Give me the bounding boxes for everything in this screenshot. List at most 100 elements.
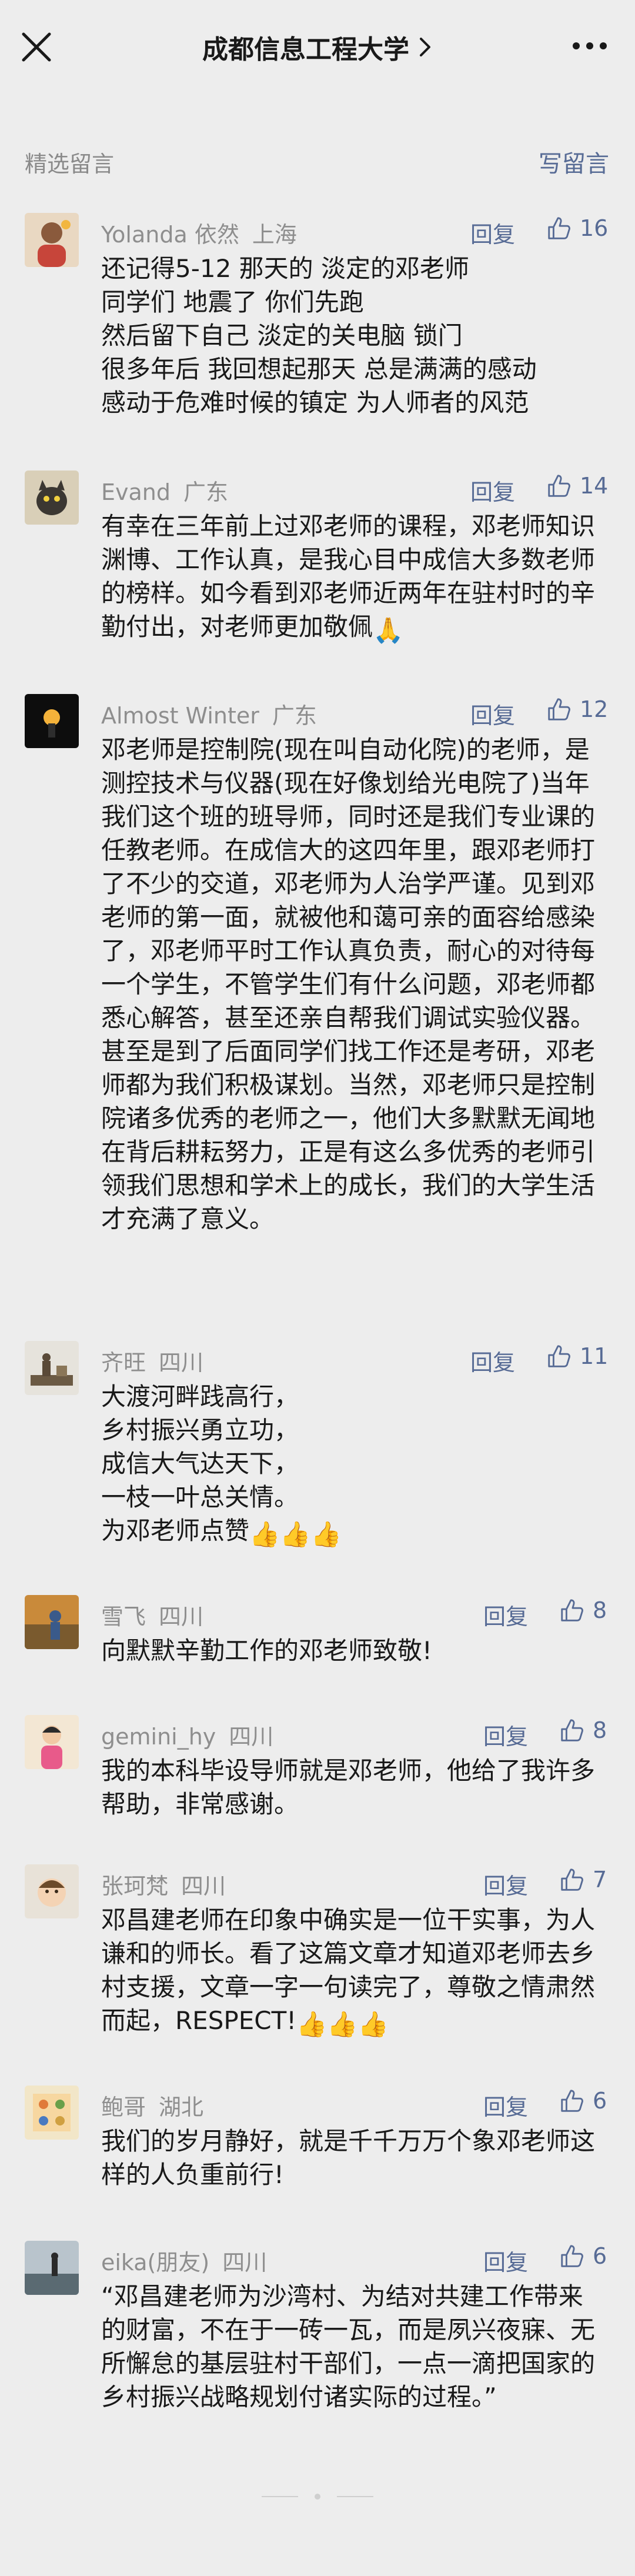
like-button[interactable]: 6	[559, 2086, 607, 2116]
thumbs-up-icon	[561, 2245, 583, 2267]
write-comment-button[interactable]: 写留言	[539, 145, 609, 179]
like-button[interactable]: 6	[559, 2241, 607, 2271]
commenter-location: 四川	[159, 1604, 204, 1630]
like-count: 8	[593, 1717, 607, 1743]
comment-meta: 鲍哥 湖北	[101, 2089, 203, 2121]
comment-meta: 齐旺 四川	[101, 1344, 203, 1377]
comment-text: 我们的岁月静好，就是千千万万个象邓老师这样的人负重前行!	[101, 2127, 596, 2189]
comment-meta: gemini_hy 四川	[101, 1719, 273, 1751]
comment-meta: 雪飞 四川	[101, 1599, 203, 1631]
commenter-name: Almost Winter	[101, 703, 259, 729]
like-button[interactable]: 12	[546, 694, 608, 725]
like-count: 6	[593, 2088, 607, 2114]
thumbs-up-emoji: 👍👍👍	[249, 1520, 342, 1549]
comment-text: “邓昌建老师为沙湾村、为结对共建工作带来的财富，不在于一砖一瓦，而是夙兴夜寐、无…	[101, 2282, 596, 2411]
avatar[interactable]	[25, 1595, 79, 1649]
commenter-location: 上海	[252, 222, 297, 248]
commenter-name: 鲍哥	[101, 2094, 146, 2120]
like-count: 11	[580, 1343, 609, 1369]
commenter-name: Yolanda 依然	[101, 222, 239, 248]
comment-text: 邓老师是控制院(现在叫自动化院)的老师，是测控技术与仪器(现在好像划给光电院了)…	[101, 735, 596, 1233]
like-button[interactable]: 11	[546, 1341, 608, 1372]
commenter-name: Evand	[101, 479, 171, 505]
comment-text: 还记得5-12 那天的 淡定的邓老师 同学们 地震了 你们先跑 然后留下自己 淡…	[101, 254, 537, 417]
like-button[interactable]: 14	[546, 471, 608, 501]
comment-text: 我的本科毕设导师就是邓老师，他给了我许多帮助，非常感谢。	[101, 1756, 596, 1818]
account-title-button[interactable]: 成都信息工程大学	[202, 28, 433, 66]
reply-button[interactable]: 回复	[483, 2244, 528, 2277]
thumbs-up-icon	[561, 1599, 583, 1621]
comment-meta: eika(朋友) 四川	[101, 2244, 267, 2277]
commenter-location: 四川	[181, 1873, 226, 1899]
thumbs-up-emoji: 👍👍👍	[296, 2010, 389, 2038]
commenter-location: 广东	[183, 479, 229, 505]
comment-meta: Almost Winter 广东	[101, 698, 317, 730]
reply-button[interactable]: 回复	[470, 1344, 515, 1377]
comment-meta: Yolanda 依然 上海	[101, 216, 297, 249]
avatar[interactable]	[25, 2241, 79, 2295]
reply-button[interactable]: 回复	[483, 1599, 528, 1631]
divider-dot	[315, 2494, 320, 2500]
comment-meta: 张珂梵 四川	[101, 1868, 226, 1900]
commenter-name: 齐旺	[101, 1350, 146, 1376]
avatar[interactable]	[25, 213, 79, 267]
like-count: 7	[593, 1867, 607, 1893]
avatar[interactable]	[25, 471, 79, 525]
commenter-location: 四川	[222, 2250, 268, 2275]
avatar[interactable]	[25, 1341, 79, 1395]
thumbs-up-icon	[561, 2090, 583, 2112]
thumbs-up-icon	[548, 1345, 570, 1367]
close-button[interactable]	[18, 28, 55, 66]
avatar[interactable]	[25, 1715, 79, 1769]
commenter-location: 四川	[159, 1350, 204, 1376]
commenter-location: 四川	[229, 1724, 274, 1750]
thumbs-up-icon	[548, 217, 570, 239]
section-title: 精选留言	[25, 151, 115, 177]
avatar[interactable]	[25, 2086, 79, 2140]
reply-button[interactable]: 回复	[483, 2089, 528, 2121]
praying-hands-emoji: 🙏	[373, 616, 404, 645]
commenter-location: 广东	[272, 703, 317, 729]
like-count: 12	[580, 696, 609, 722]
like-count: 8	[593, 1597, 607, 1623]
thumbs-up-icon	[561, 1719, 583, 1741]
comment-text: 有幸在三年前上过邓老师的课程，邓老师知识渊博、工作认真，是我心目中成信大多数老师…	[101, 509, 607, 647]
like-count: 14	[580, 473, 609, 499]
commenter-name: eika(朋友)	[101, 2250, 210, 2275]
commenter-name: 张珂梵	[101, 1873, 169, 1899]
thumbs-up-icon	[548, 475, 570, 497]
reply-button[interactable]: 回复	[470, 698, 515, 730]
more-button[interactable]	[569, 34, 610, 58]
comment-text: 邓昌建老师在印象中确实是一位干实事，为人谦和的师长。看了这篇文章才知道邓老师去乡…	[101, 1903, 607, 2041]
thumbs-up-icon	[548, 698, 570, 720]
comment-text: 大渡河畔践高行， 乡村振兴勇立功， 成信大气达天下， 一枝一叶总关情。 为邓老师…	[101, 1380, 607, 1551]
divider-line	[337, 2496, 373, 2497]
comment-meta: Evand 广东	[101, 474, 228, 506]
commenter-name: gemini_hy	[101, 1724, 216, 1750]
comments-section-header: 精选留言 写留言	[0, 129, 635, 188]
comment-text: 向默默辛勤工作的邓老师致敬!	[101, 1636, 432, 1665]
reply-button[interactable]: 回复	[483, 1868, 528, 1900]
like-button[interactable]: 7	[559, 1864, 607, 1895]
commenter-name: 雪飞	[101, 1604, 146, 1630]
like-button[interactable]: 8	[559, 1595, 607, 1626]
thumbs-up-icon	[561, 1868, 583, 1891]
end-of-list-indicator	[0, 2488, 635, 2505]
chevron-right-icon	[417, 35, 433, 59]
commenter-location: 湖北	[159, 2094, 204, 2120]
like-button[interactable]: 16	[546, 213, 608, 243]
top-bar: 成都信息工程大学	[0, 0, 635, 94]
reply-button[interactable]: 回复	[470, 216, 515, 249]
reply-button[interactable]: 回复	[483, 1719, 528, 1751]
divider-line	[262, 2496, 298, 2497]
like-count: 16	[580, 215, 609, 241]
close-icon	[22, 32, 51, 62]
avatar[interactable]	[25, 1864, 79, 1918]
reply-button[interactable]: 回复	[470, 474, 515, 506]
page-title: 成都信息工程大学	[202, 35, 409, 65]
like-count: 6	[593, 2243, 607, 2269]
comment-body: 有幸在三年前上过邓老师的课程，邓老师知识渊博、工作认真，是我心目中成信大多数老师…	[101, 512, 596, 641]
like-button[interactable]: 8	[559, 1715, 607, 1746]
more-horizontal-icon	[573, 42, 607, 49]
avatar[interactable]	[25, 694, 79, 748]
